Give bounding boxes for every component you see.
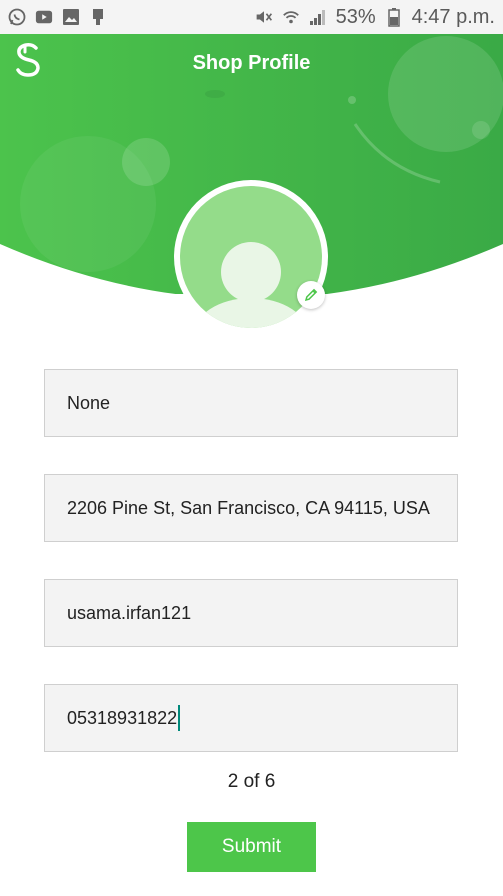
usb-icon (89, 8, 107, 26)
phone-value: 05318931822 (67, 707, 178, 728)
mute-icon (255, 8, 273, 26)
username-field[interactable]: usama.irfan121 (44, 579, 458, 647)
status-bar: 53% 4:47 p.m. (0, 0, 503, 34)
battery-percent: 53% (335, 5, 376, 28)
step-indicator: 2 of 6 (227, 771, 276, 792)
edit-avatar-button[interactable] (297, 281, 325, 309)
wifi-icon (282, 8, 300, 26)
youtube-icon (35, 8, 53, 26)
notification-icons (8, 8, 107, 26)
avatar-placeholder (180, 186, 322, 328)
whatsapp-icon (8, 8, 26, 26)
shop-name-field[interactable]: None (44, 369, 458, 437)
submit-label: Submit (221, 836, 282, 857)
clock: 4:47 p.m. (411, 5, 495, 28)
page-title: Shop Profile (192, 52, 311, 74)
phone-field[interactable]: 05318931822 (44, 684, 458, 752)
signal-icon (309, 8, 327, 26)
address-field[interactable]: 2206 Pine St, San Francisco, CA 94115, U… (44, 474, 458, 542)
gallery-icon (62, 8, 80, 26)
profile-avatar[interactable] (174, 180, 328, 334)
battery-icon (385, 8, 403, 27)
shop-name-value: None (67, 392, 111, 413)
pencil-icon (304, 288, 318, 302)
username-value: usama.irfan121 (67, 602, 192, 623)
submit-button[interactable]: Submit (187, 822, 316, 872)
address-value: 2206 Pine St, San Francisco, CA 94115, U… (67, 497, 430, 518)
system-icons: 53% 4:47 p.m. (255, 6, 495, 29)
text-cursor (178, 705, 181, 731)
user-silhouette-icon (194, 242, 308, 328)
